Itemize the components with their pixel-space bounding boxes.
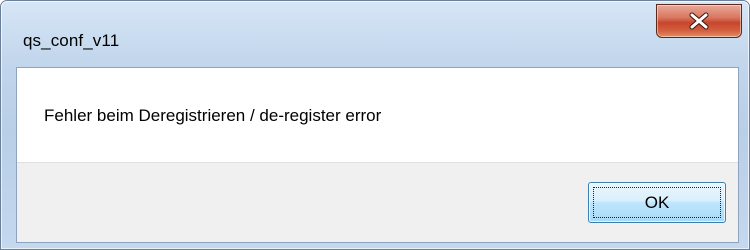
dialog-client-area: Fehler beim Deregistrieren / de-register… <box>16 67 739 243</box>
ok-button[interactable]: OK <box>588 182 726 223</box>
close-button[interactable] <box>656 4 742 38</box>
dialog-window: qs_conf_v11 Fehler beim Deregistrieren /… <box>0 0 750 250</box>
error-message: Fehler beim Deregistrieren / de-register… <box>44 106 382 125</box>
close-icon <box>689 12 709 30</box>
ok-button-label: OK <box>644 192 670 212</box>
message-panel: Fehler beim Deregistrieren / de-register… <box>17 68 738 163</box>
window-title: qs_conf_v11 <box>23 31 120 50</box>
